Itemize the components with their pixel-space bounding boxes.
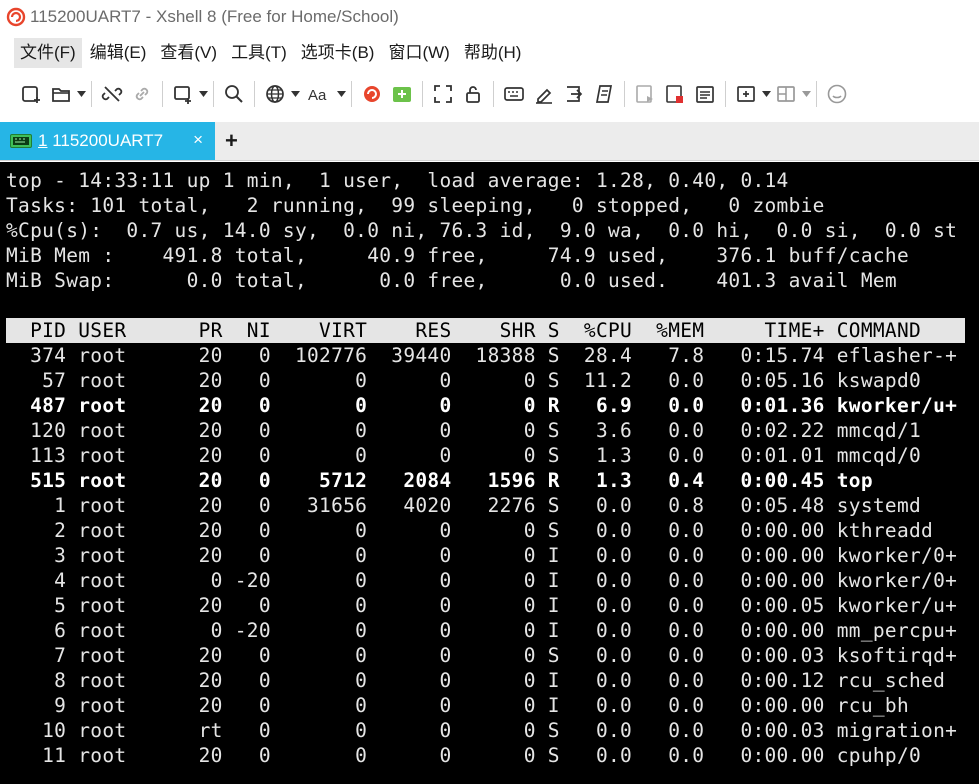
process-row: 1 root 20 0 31656 4020 2276 S 0.0 0.8 0:…: [6, 494, 922, 517]
mem-line: MiB Mem : 491.8 total, 40.9 free, 74.9 u…: [6, 244, 909, 267]
tasks-line: Tasks: 101 total, 2 running, 99 sleeping…: [6, 194, 825, 217]
menu-tab[interactable]: 选项卡(B): [295, 38, 381, 68]
script-icon[interactable]: [589, 78, 619, 110]
process-row: 11 root 20 0 0 0 0 S 0.0 0.0 0:00.00 cpu…: [6, 744, 922, 767]
toolbar: Aa: [0, 72, 979, 116]
process-row: 113 root 20 0 0 0 0 S 1.3 0.0 0:01.01 mm…: [6, 444, 922, 467]
tab-label: 1 115200UART7: [38, 131, 163, 151]
record-icon[interactable]: [630, 78, 660, 110]
terminal-area[interactable]: top - 14:33:11 up 1 min, 1 user, load av…: [0, 162, 979, 784]
process-row: 8 root 20 0 0 0 0 I 0.0 0.0 0:00.12 rcu_…: [6, 669, 946, 692]
layout-icon[interactable]: [771, 78, 801, 110]
chevron-down-icon[interactable]: [761, 78, 771, 110]
svg-text:Aa: Aa: [308, 87, 327, 104]
chevron-down-icon[interactable]: [76, 78, 86, 110]
toolbar-separator: [351, 81, 352, 107]
top-summary-line: top - 14:33:11 up 1 min, 1 user, load av…: [6, 169, 789, 192]
add-tab-icon[interactable]: [731, 78, 761, 110]
find-icon[interactable]: [219, 78, 249, 110]
tab-title: 115200UART7: [52, 131, 164, 150]
chevron-down-icon[interactable]: [198, 78, 208, 110]
terminal-icon: [10, 134, 32, 148]
menu-file[interactable]: 文件(F): [14, 38, 82, 68]
font-icon[interactable]: Aa: [300, 78, 336, 110]
process-row: 57 root 20 0 0 0 0 S 11.2 0.0 0:05.16 ks…: [6, 369, 922, 392]
toolbar-separator: [816, 81, 817, 107]
new-session-icon[interactable]: [16, 78, 46, 110]
keyboard-icon[interactable]: [499, 78, 529, 110]
tab-bar: 1 115200UART7 × +: [0, 122, 979, 161]
xftp-icon[interactable]: [387, 78, 417, 110]
menu-bar: 文件(F) 编辑(E) 查看(V) 工具(T) 选项卡(B) 窗口(W) 帮助(…: [0, 34, 979, 72]
swap-line: MiB Swap: 0.0 total, 0.0 free, 0.0 used.…: [6, 269, 897, 292]
tab-index: 1: [38, 131, 48, 150]
window-title: 115200UART7 - Xshell 8 (Free for Home/Sc…: [30, 7, 399, 26]
menu-help[interactable]: 帮助(H): [458, 38, 528, 68]
add-tab-button[interactable]: +: [225, 128, 238, 154]
xshell-logo-icon: [6, 7, 26, 27]
toolbar-separator: [493, 81, 494, 107]
stop-icon[interactable]: [660, 78, 690, 110]
reconnect-icon[interactable]: [127, 78, 157, 110]
send-icon[interactable]: [559, 78, 589, 110]
toolbar-separator: [254, 81, 255, 107]
toolbar-separator: [725, 81, 726, 107]
highlight-icon[interactable]: [529, 78, 559, 110]
title-bar: 115200UART7 - Xshell 8 (Free for Home/Sc…: [0, 0, 979, 34]
process-row: 2 root 20 0 0 0 0 S 0.0 0.0 0:00.00 kthr…: [6, 519, 934, 542]
process-row: 515 root 20 0 5712 2084 1596 R 1.3 0.4 0…: [6, 469, 873, 492]
toolbar-separator: [91, 81, 92, 107]
process-header-text: PID USER PR NI VIRT RES SHR S %CPU %MEM …: [6, 319, 922, 342]
chevron-down-icon[interactable]: [801, 78, 811, 110]
help-icon[interactable]: [822, 78, 852, 110]
new-window-icon[interactable]: [168, 78, 198, 110]
chevron-down-icon[interactable]: [290, 78, 300, 110]
cpu-line: %Cpu(s): 0.7 us, 14.0 sy, 0.0 ni, 76.3 i…: [6, 219, 958, 242]
toolbar-separator: [213, 81, 214, 107]
xshell-icon[interactable]: [357, 78, 387, 110]
open-folder-icon[interactable]: [46, 78, 76, 110]
process-row: 7 root 20 0 0 0 0 S 0.0 0.0 0:00.03 ksof…: [6, 644, 958, 667]
lock-icon[interactable]: [458, 78, 488, 110]
disconnect-icon[interactable]: [97, 78, 127, 110]
process-row: 374 root 20 0 102776 39440 18388 S 28.4 …: [6, 344, 958, 367]
process-row: 3 root 20 0 0 0 0 I 0.0 0.0 0:00.00 kwor…: [6, 544, 958, 567]
process-row: 120 root 20 0 0 0 0 S 3.6 0.0 0:02.22 mm…: [6, 419, 922, 442]
toolbar-separator: [422, 81, 423, 107]
chevron-down-icon[interactable]: [336, 78, 346, 110]
fullscreen-icon[interactable]: [428, 78, 458, 110]
process-row: 487 root 20 0 0 0 0 R 6.9 0.0 0:01.36 kw…: [6, 394, 958, 417]
process-table-header: PID USER PR NI VIRT RES SHR S %CPU %MEM …: [6, 318, 965, 343]
process-row: 5 root 20 0 0 0 0 I 0.0 0.0 0:00.05 kwor…: [6, 594, 958, 617]
tab-session[interactable]: 1 115200UART7 ×: [0, 122, 215, 160]
notes-icon[interactable]: [690, 78, 720, 110]
process-row: 9 root 20 0 0 0 0 I 0.0 0.0 0:00.00 rcu_…: [6, 694, 909, 717]
toolbar-separator: [624, 81, 625, 107]
process-row: 10 root rt 0 0 0 0 S 0.0 0.0 0:00.03 mig…: [6, 719, 958, 742]
menu-edit[interactable]: 编辑(E): [84, 38, 153, 68]
menu-tools[interactable]: 工具(T): [225, 38, 293, 68]
menu-view[interactable]: 查看(V): [154, 38, 223, 68]
process-row: 4 root 0 -20 0 0 0 I 0.0 0.0 0:00.00 kwo…: [6, 569, 958, 592]
toolbar-separator: [162, 81, 163, 107]
process-row: 6 root 0 -20 0 0 0 I 0.0 0.0 0:00.00 mm_…: [6, 619, 958, 642]
menu-window[interactable]: 窗口(W): [382, 38, 455, 68]
close-icon[interactable]: ×: [193, 130, 203, 150]
globe-icon[interactable]: [260, 78, 290, 110]
